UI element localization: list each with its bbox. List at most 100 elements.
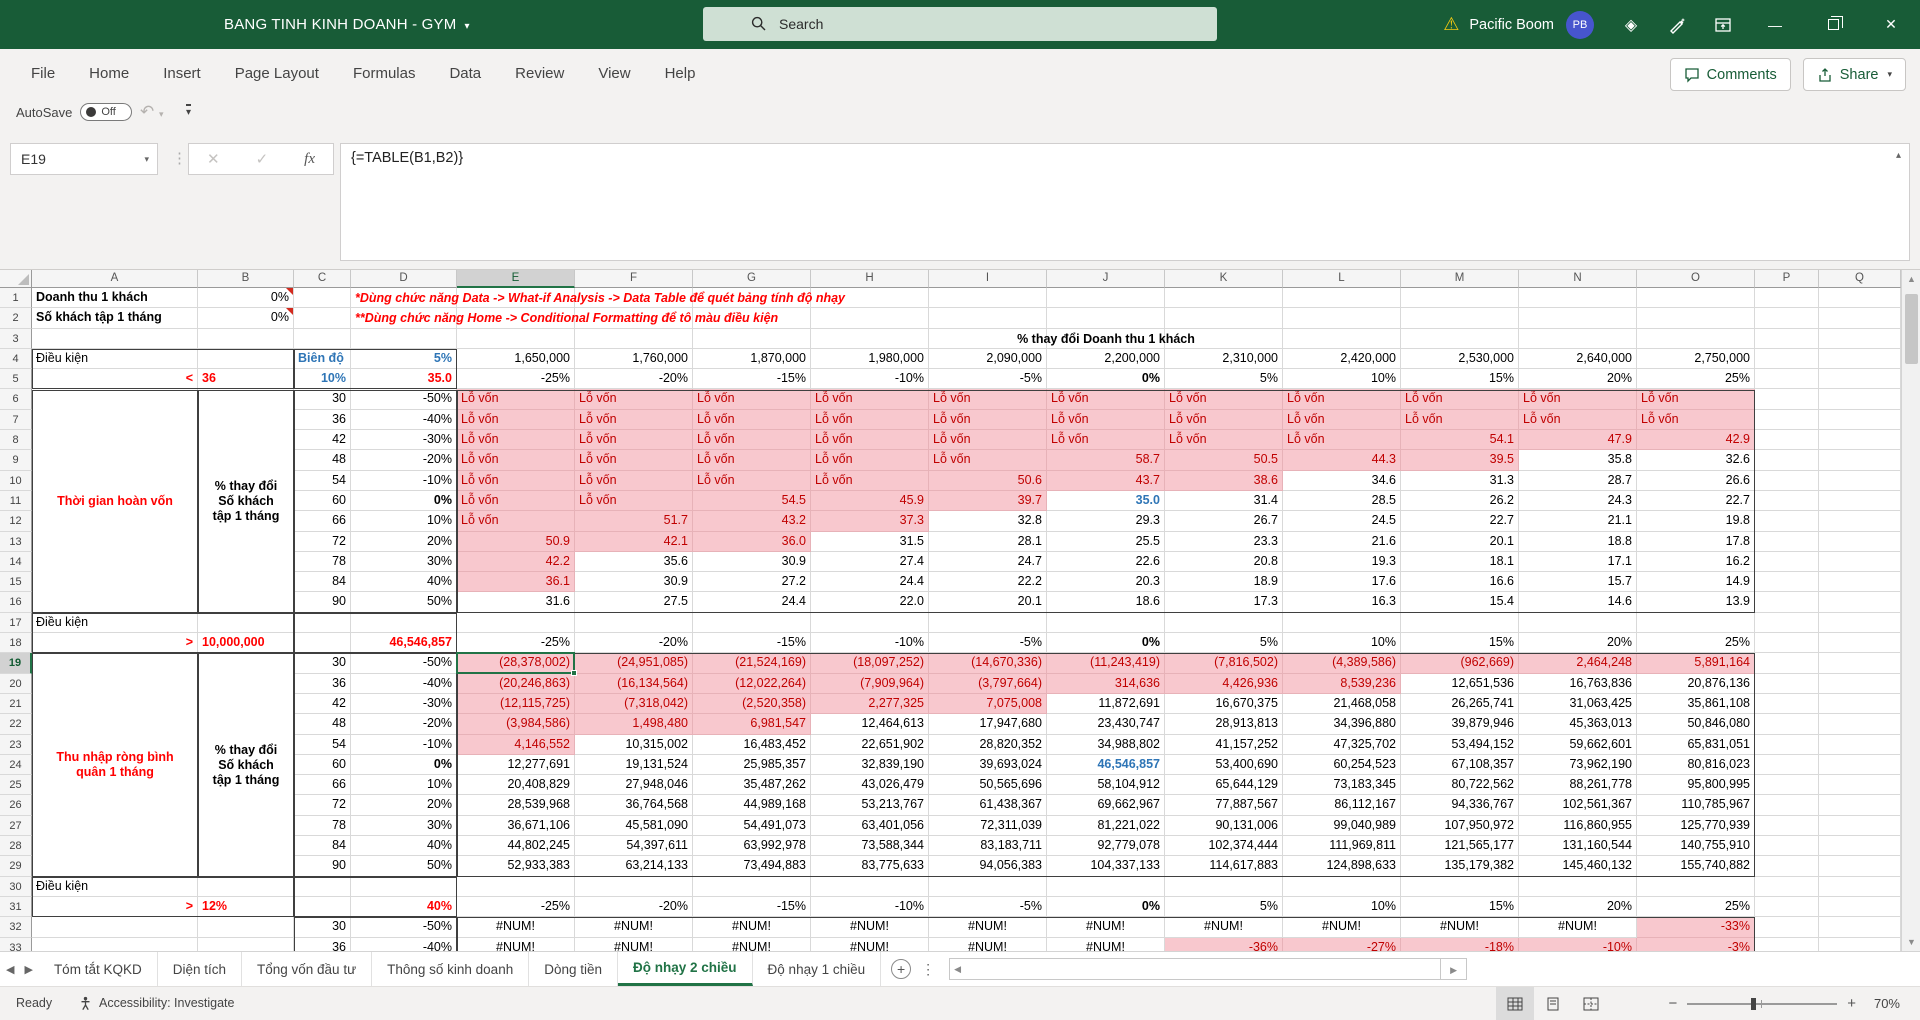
cell-E13[interactable]: 50.9 — [457, 531, 575, 552]
column-header-O[interactable]: O — [1637, 270, 1755, 288]
cell-O8[interactable]: 42.9 — [1637, 430, 1755, 451]
column-header-M[interactable]: M — [1401, 270, 1519, 288]
cell-N16[interactable]: 14.6 — [1519, 592, 1637, 613]
row-header-14[interactable]: 14 — [0, 551, 32, 573]
cell-C26[interactable]: 72 — [294, 795, 351, 816]
row-header-27[interactable]: 27 — [0, 815, 32, 837]
cell-K4[interactable]: 2,310,000 — [1165, 348, 1283, 370]
cell-G23[interactable]: 16,483,452 — [693, 734, 811, 755]
enter-icon[interactable]: ✓ — [256, 150, 269, 168]
cell-K12[interactable]: 26.7 — [1165, 511, 1283, 532]
cell-M21[interactable]: 26,265,741 — [1401, 693, 1519, 715]
cell-K29[interactable]: 114,617,883 — [1165, 856, 1283, 877]
cell-F12[interactable]: 51.7 — [575, 511, 693, 532]
cell-O23[interactable]: 65,831,051 — [1637, 734, 1755, 755]
cell-D26[interactable]: 20% — [351, 795, 457, 816]
cell-P23[interactable] — [1755, 734, 1819, 755]
add-sheet-button[interactable]: + — [891, 959, 912, 979]
ribbon-tab-file[interactable]: File — [14, 49, 72, 99]
cell-J13[interactable]: 25.5 — [1047, 531, 1165, 552]
cell-H33[interactable]: #NUM! — [811, 937, 929, 951]
cell-H28[interactable]: 73,588,344 — [811, 836, 929, 857]
column-header-B[interactable]: B — [198, 270, 294, 288]
cell-Q14[interactable] — [1819, 551, 1901, 573]
cell-I30[interactable] — [929, 876, 1047, 897]
cell-C17[interactable] — [294, 612, 351, 634]
cell-Q33[interactable] — [1819, 937, 1901, 951]
cell-B17[interactable] — [198, 612, 294, 634]
cell-N31[interactable]: 20% — [1519, 896, 1637, 918]
cell-A16[interactable] — [32, 592, 198, 613]
cell-N17[interactable] — [1519, 612, 1637, 634]
cell-J6[interactable]: Lỗ vốn — [1047, 389, 1165, 410]
cell-P29[interactable] — [1755, 856, 1819, 877]
cell-F4[interactable]: 1,760,000 — [575, 348, 693, 370]
cell-C12[interactable]: 66 — [294, 511, 351, 532]
cell-Q15[interactable] — [1819, 572, 1901, 593]
cell-B25[interactable] — [198, 775, 294, 796]
cell-L19[interactable]: (4,389,586) — [1283, 653, 1401, 674]
cell-K28[interactable]: 102,374,444 — [1165, 836, 1283, 857]
cell-Q6[interactable] — [1819, 389, 1901, 410]
cell-A11[interactable] — [32, 490, 198, 512]
cell-H13[interactable]: 31.5 — [811, 531, 929, 552]
cell-L30[interactable] — [1283, 876, 1401, 897]
row-header-3[interactable]: 3 — [0, 328, 32, 349]
cell-L17[interactable] — [1283, 612, 1401, 634]
cell-E17[interactable] — [457, 612, 575, 634]
cell-G27[interactable]: 54,491,073 — [693, 815, 811, 837]
insert-function-icon[interactable]: fx — [304, 151, 315, 168]
cell-Q18[interactable] — [1819, 633, 1901, 654]
cell-J9[interactable]: 58.7 — [1047, 450, 1165, 471]
cell-P17[interactable] — [1755, 612, 1819, 634]
cell-B14[interactable] — [198, 551, 294, 573]
cell-A3[interactable] — [32, 328, 198, 349]
cell-C2[interactable] — [294, 308, 351, 329]
cell-M14[interactable]: 18.1 — [1401, 551, 1519, 573]
cell-B22[interactable] — [198, 714, 294, 735]
cell-D31[interactable]: 40% — [351, 896, 457, 918]
cell-D5[interactable]: 35.0 — [351, 369, 457, 390]
cell-E27[interactable]: 36,671,106 — [457, 815, 575, 837]
cell-F24[interactable]: 19,131,524 — [575, 754, 693, 776]
cell-J11[interactable]: 35.0 — [1047, 490, 1165, 512]
cell-C29[interactable]: 90 — [294, 856, 351, 877]
cell-F30[interactable] — [575, 876, 693, 897]
cell-F13[interactable]: 42.1 — [575, 531, 693, 552]
cell-K20[interactable]: 4,426,936 — [1165, 673, 1283, 694]
cell-K15[interactable]: 18.9 — [1165, 572, 1283, 593]
sheet-tab-1[interactable]: Tóm tắt KQKD — [39, 952, 158, 986]
ribbon-tab-page-layout[interactable]: Page Layout — [218, 49, 336, 99]
cell-Q9[interactable] — [1819, 450, 1901, 471]
cell-M12[interactable]: 22.7 — [1401, 511, 1519, 532]
collapse-formula-bar-icon[interactable]: ▴ — [1896, 150, 1901, 161]
cell-B19[interactable] — [198, 653, 294, 674]
cell-H31[interactable]: -10% — [811, 896, 929, 918]
cell-I23[interactable]: 28,820,352 — [929, 734, 1047, 755]
cell-N9[interactable]: 35.8 — [1519, 450, 1637, 471]
cell-B10[interactable] — [198, 470, 294, 491]
cell-Q24[interactable] — [1819, 754, 1901, 776]
cell-C27[interactable]: 78 — [294, 815, 351, 837]
cell-E26[interactable]: 28,539,968 — [457, 795, 575, 816]
cell-C4[interactable]: Biên độ — [294, 348, 351, 370]
cell-E30[interactable] — [457, 876, 575, 897]
cell-M24[interactable]: 67,108,357 — [1401, 754, 1519, 776]
cell-P4[interactable] — [1755, 348, 1819, 370]
cell-N18[interactable]: 20% — [1519, 633, 1637, 654]
column-header-L[interactable]: L — [1283, 270, 1401, 288]
cell-Q21[interactable] — [1819, 693, 1901, 715]
cell-B3[interactable] — [198, 328, 294, 349]
cell-C28[interactable]: 84 — [294, 836, 351, 857]
cell-L31[interactable]: 10% — [1283, 896, 1401, 918]
cell-H1[interactable] — [811, 288, 929, 309]
cell-A23[interactable] — [32, 734, 198, 755]
cell-D25[interactable]: 10% — [351, 775, 457, 796]
cell-D9[interactable]: -20% — [351, 450, 457, 471]
cell-M17[interactable] — [1401, 612, 1519, 634]
cell-O26[interactable]: 110,785,967 — [1637, 795, 1755, 816]
cell-L26[interactable]: 86,112,167 — [1283, 795, 1401, 816]
cell-G20[interactable]: (12,022,264) — [693, 673, 811, 694]
row-header-6[interactable]: 6 — [0, 389, 32, 410]
cell-G12[interactable]: 43.2 — [693, 511, 811, 532]
